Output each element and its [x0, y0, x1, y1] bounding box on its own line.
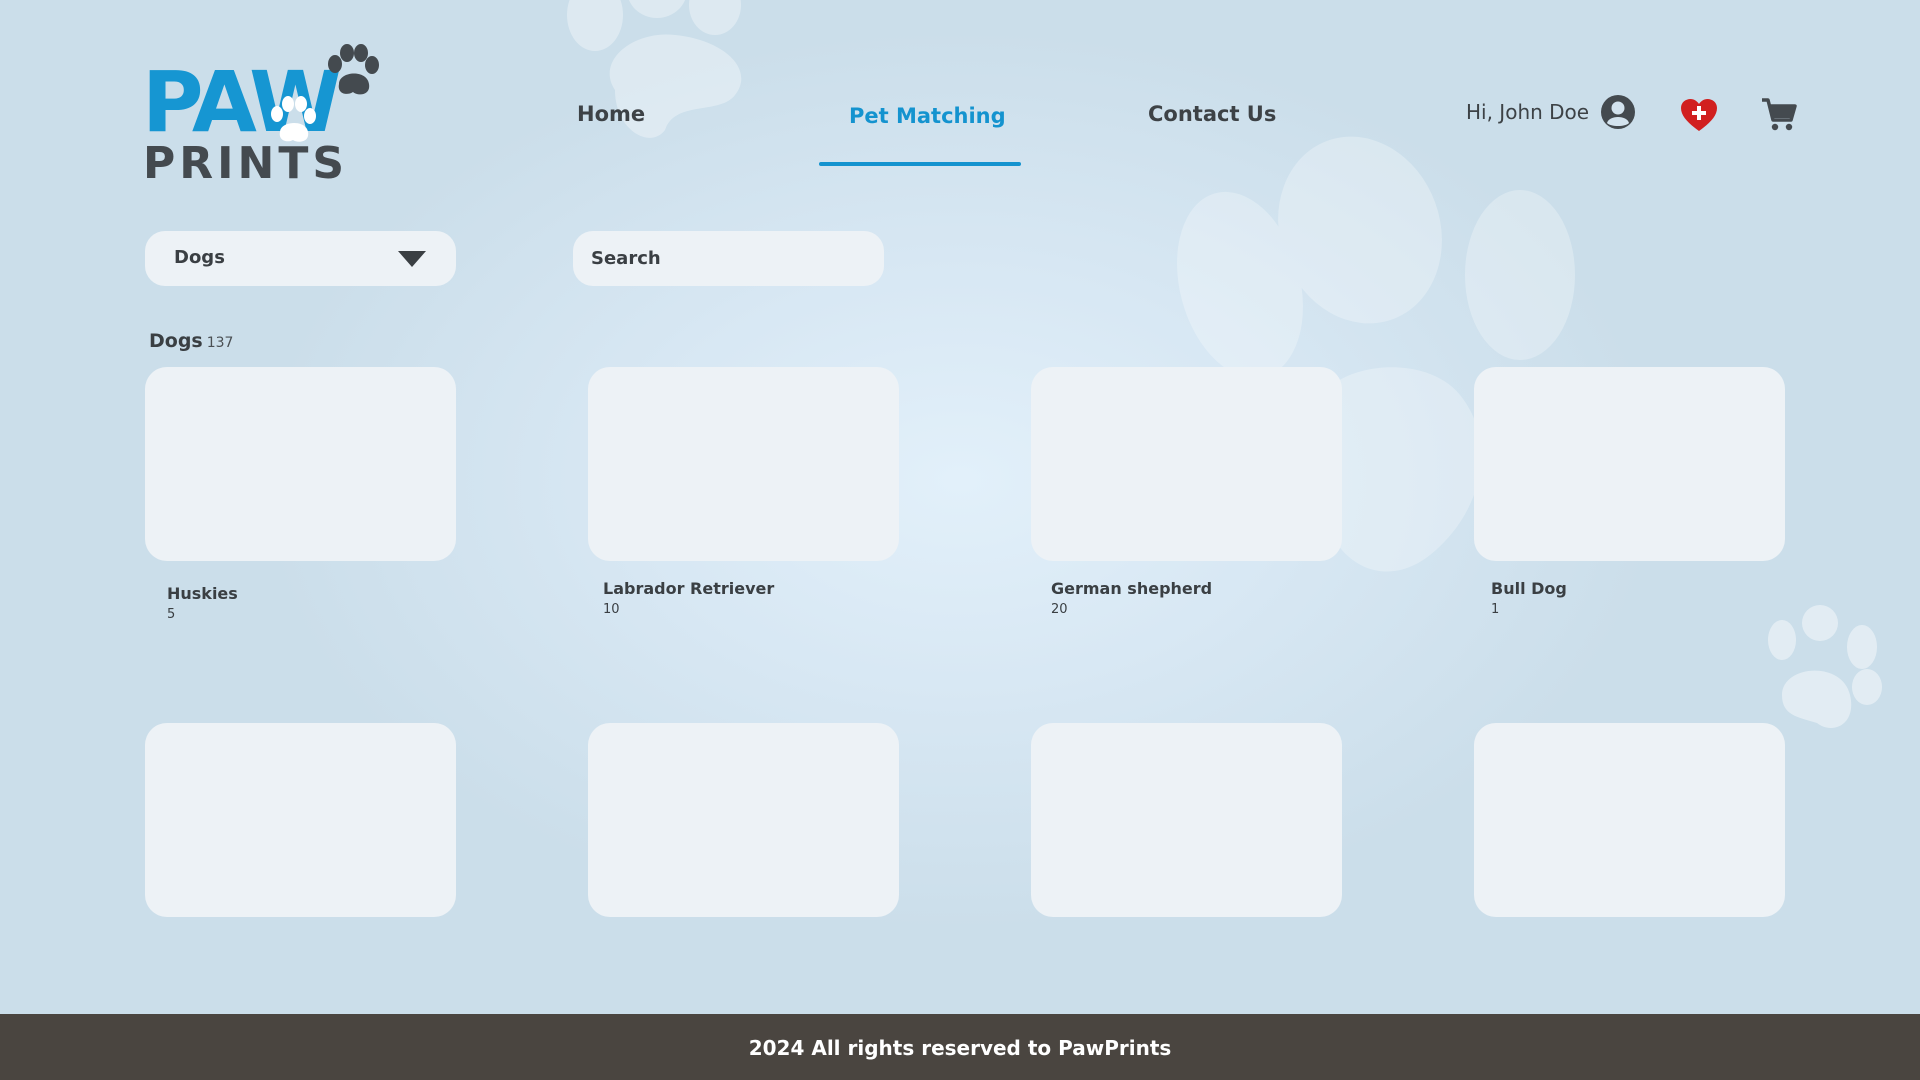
pet-card-count: 20 [1051, 602, 1068, 617]
background-paw-top [555, 0, 755, 150]
section-name: Dogs [149, 330, 203, 352]
footer-copyright: 2024 All rights reserved to PawPrints [748, 1036, 1172, 1060]
user-account-icon[interactable] [1600, 94, 1636, 134]
nav-active-indicator [819, 162, 1021, 166]
pet-card-name: Bull Dog [1491, 579, 1567, 598]
pet-card-image[interactable] [145, 367, 456, 561]
pet-card-name: German shepherd [1051, 579, 1213, 598]
pet-card-name: Huskies [167, 584, 238, 603]
pet-card-count: 10 [603, 602, 620, 617]
pet-card-count: 1 [1491, 602, 1500, 617]
section-count: 137 [206, 335, 234, 351]
nav-contact-us[interactable]: Contact Us [1148, 102, 1276, 126]
chevron-down-icon [398, 251, 426, 271]
pet-card-label: Bull Dog 1 [1491, 579, 1567, 617]
pet-card-count: 5 [167, 607, 176, 622]
user-greeting: Hi, John Doe [1466, 100, 1590, 124]
pet-card-image[interactable] [1474, 367, 1785, 561]
category-select-value: Dogs [174, 247, 225, 268]
pet-card-image[interactable] [1031, 367, 1342, 561]
logo-paw-icon [325, 44, 381, 102]
pet-card-image[interactable] [588, 367, 899, 561]
pet-card-name: Labrador Retriever [603, 579, 775, 598]
nav-pet-matching[interactable]: Pet Matching [849, 104, 1006, 128]
category-select[interactable]: Dogs [145, 231, 456, 286]
cart-icon[interactable] [1760, 96, 1798, 138]
background-paw-small [1762, 605, 1886, 735]
pet-card-label: Labrador Retriever 10 [603, 579, 774, 617]
logo-inner-paw-icon [268, 96, 318, 150]
section-title: Dogs 137 [149, 330, 233, 352]
search-input[interactable] [573, 231, 884, 286]
pet-card-label: German shepherd 20 [1051, 579, 1212, 617]
pet-card-image[interactable] [1031, 723, 1342, 917]
pet-card-image[interactable] [1474, 723, 1785, 917]
page-footer: 2024 All rights reserved to PawPrints [0, 1014, 1920, 1080]
pet-card-label: Huskies 5 [167, 584, 238, 622]
pet-card-image[interactable] [145, 723, 456, 917]
favorites-heart-icon[interactable] [1680, 98, 1718, 136]
nav-home[interactable]: Home [577, 102, 645, 126]
pet-card-image[interactable] [588, 723, 899, 917]
